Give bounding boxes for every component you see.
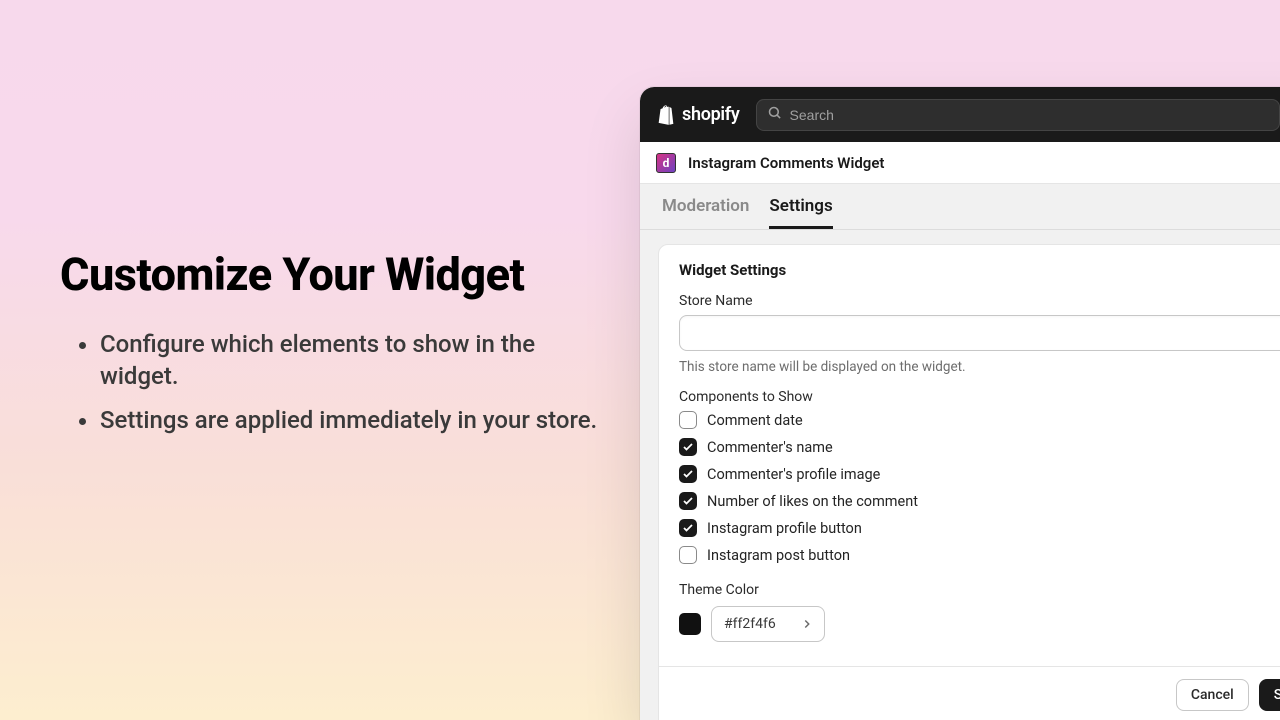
component-checkbox-row[interactable]: Commenter's name <box>679 438 1280 456</box>
brand[interactable]: shopify <box>656 104 740 126</box>
components-list: Comment date Commenter's name Commenter's … <box>679 411 1280 564</box>
checkbox[interactable] <box>679 519 697 537</box>
promo-block: Customize Your Widget Configure which el… <box>60 250 600 449</box>
stage: Customize Your Widget Configure which el… <box>0 0 1280 720</box>
checkbox[interactable] <box>679 411 697 429</box>
brand-text: shopify <box>682 104 740 125</box>
component-checkbox-row[interactable]: Commenter's profile image <box>679 465 1280 483</box>
promo-bullet: Configure which elements to show in the … <box>100 328 600 393</box>
component-checkbox-row[interactable]: Instagram profile button <box>679 519 1280 537</box>
panel-title: Widget Settings <box>679 261 1280 279</box>
component-checkbox-row[interactable]: Number of likes on the comment <box>679 492 1280 510</box>
color-value: #ff2f4f6 <box>724 616 776 632</box>
app-identity-bar: Instagram Comments Widget <box>640 142 1280 184</box>
color-picker-button[interactable]: #ff2f4f6 <box>711 606 825 642</box>
tabs: Moderation Settings <box>640 184 1280 230</box>
search-field[interactable] <box>756 99 1280 131</box>
store-name-input[interactable] <box>679 315 1280 351</box>
checkbox-label: Comment date <box>707 412 803 429</box>
cancel-button[interactable]: Cancel <box>1176 679 1249 711</box>
app-icon <box>656 153 676 173</box>
tab-moderation[interactable]: Moderation <box>662 184 749 229</box>
checkbox-label: Instagram post button <box>707 547 850 564</box>
search-input[interactable] <box>790 107 1269 123</box>
components-label: Components to Show <box>679 389 1280 405</box>
app-window: shopify 1 Instagram Comments Widget Mode… <box>640 87 1280 720</box>
store-name-help: This store name will be displayed on the… <box>679 359 1280 375</box>
save-button[interactable]: Save <box>1259 679 1280 711</box>
search-icon <box>767 105 782 124</box>
panel-footer: Cancel Save <box>659 666 1280 720</box>
chevron-right-icon <box>800 617 814 631</box>
component-checkbox-row[interactable]: Instagram post button <box>679 546 1280 564</box>
promo-heading: Customize Your Widget <box>60 250 600 300</box>
tab-settings[interactable]: Settings <box>769 184 832 229</box>
checkbox[interactable] <box>679 438 697 456</box>
promo-bullet: Settings are applied immediately in your… <box>100 404 600 436</box>
component-checkbox-row[interactable]: Comment date <box>679 411 1280 429</box>
theme-color-row: #ff2f4f6 <box>679 606 1280 642</box>
checkbox[interactable] <box>679 492 697 510</box>
topbar: shopify 1 <box>640 87 1280 142</box>
promo-list: Configure which elements to show in the … <box>60 328 600 437</box>
theme-color-label: Theme Color <box>679 582 1280 598</box>
store-name-label: Store Name <box>679 293 1280 309</box>
color-swatch[interactable] <box>679 613 701 635</box>
checkbox[interactable] <box>679 546 697 564</box>
checkbox-label: Commenter's profile image <box>707 466 880 483</box>
app-title: Instagram Comments Widget <box>688 154 884 172</box>
settings-panel: Widget Settings Store Name This store na… <box>658 244 1280 720</box>
checkbox-label: Number of likes on the comment <box>707 493 918 510</box>
checkbox-label: Instagram profile button <box>707 520 862 537</box>
checkbox[interactable] <box>679 465 697 483</box>
shopify-logo-icon <box>656 104 676 126</box>
checkbox-label: Commenter's name <box>707 439 833 456</box>
